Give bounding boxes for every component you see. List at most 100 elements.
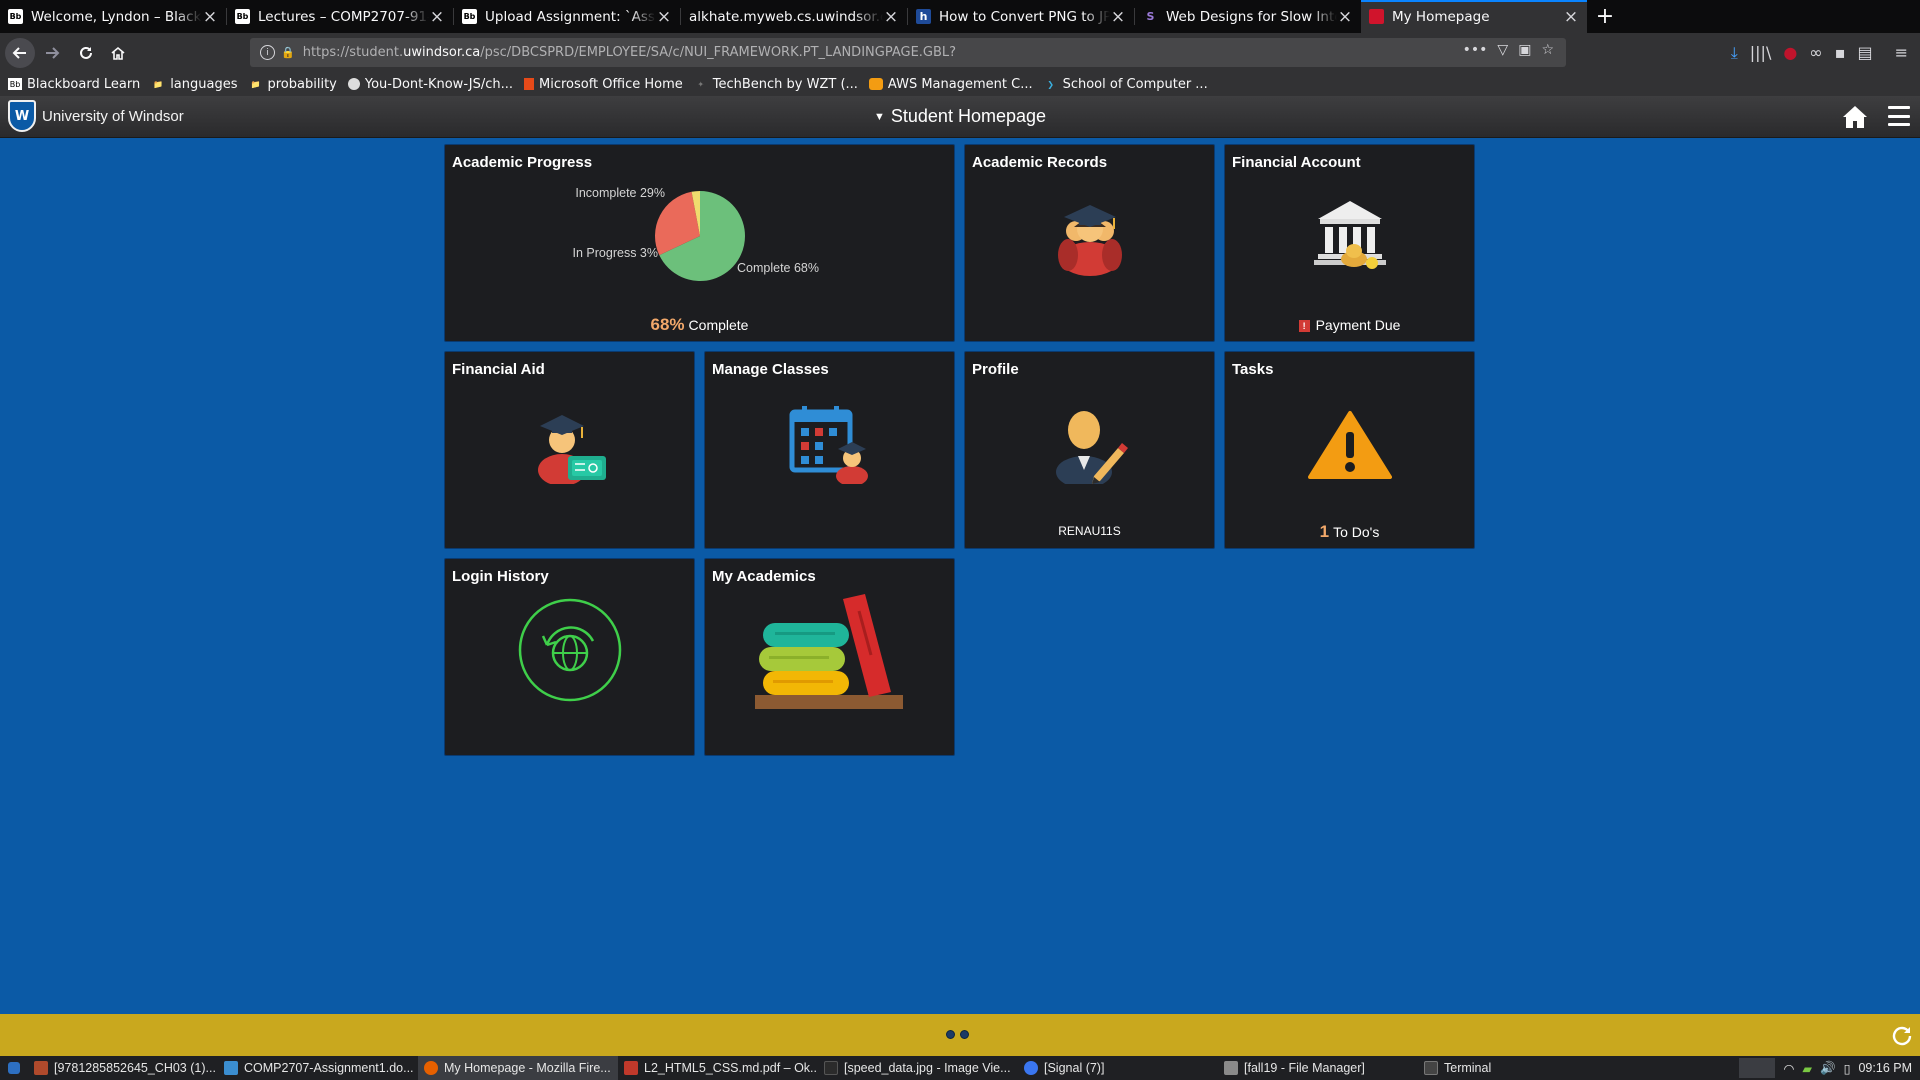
taskbar-item-label: [Signal (7)]	[1044, 1061, 1105, 1075]
smashing-favicon-icon: S	[1146, 10, 1155, 23]
taskbar-item-label: Terminal	[1444, 1061, 1492, 1075]
taskbar-item-pdf[interactable]: L2_HTML5_CSS.md.pdf – Ok...	[618, 1056, 818, 1080]
firefox-icon	[424, 1061, 438, 1075]
profile-user-id: RENAU11S	[1058, 524, 1121, 538]
ublock-icon[interactable]: ●	[1783, 43, 1797, 62]
new-tab-button[interactable]: +	[1587, 0, 1623, 33]
school-icon: ❯	[1047, 79, 1054, 89]
close-tab-icon[interactable]: ×	[656, 7, 672, 27]
close-tab-icon[interactable]: ×	[1563, 7, 1579, 27]
pie-label-complete: Complete 68%	[737, 261, 819, 275]
close-tab-icon[interactable]: ×	[429, 7, 445, 27]
pie-label-incomplete: Incomplete 29%	[575, 186, 665, 200]
battery-icon[interactable]: ▯	[1844, 1061, 1851, 1076]
taskbar-item-assignment-doc[interactable]: COMP2707-Assignment1.do...	[218, 1056, 418, 1080]
bookmark-ydkjs[interactable]: You-Dont-Know-JS/ch...	[347, 77, 513, 92]
back-button[interactable]	[5, 37, 35, 68]
terminal-icon	[1424, 1061, 1438, 1075]
save-extension-icon[interactable]: ▤	[1857, 43, 1872, 62]
navbar-menu-button[interactable]	[1888, 106, 1910, 126]
wifi-icon[interactable]: ◠	[1783, 1061, 1794, 1076]
bookmark-blackboard[interactable]: Bb Blackboard Learn	[8, 77, 140, 92]
tile-tasks[interactable]: Tasks 1 To Do's	[1224, 351, 1475, 549]
taskbar-item-ch03[interactable]: [9781285852645_CH03 (1)...	[28, 1056, 218, 1080]
page-title[interactable]: ▼ Student Homepage	[0, 106, 1920, 127]
homepage-pager	[946, 1030, 969, 1039]
bookmark-languages[interactable]: 📁 languages	[151, 77, 237, 92]
tile-financial-account[interactable]: Financial Account ! Payment Due	[1224, 144, 1475, 342]
tab-lectures[interactable]: Bb Lectures – COMP2707-91-S-2019 ×	[227, 0, 453, 33]
start-menu-button[interactable]	[0, 1056, 28, 1080]
refresh-button[interactable]	[1890, 1024, 1914, 1048]
tile-academic-progress[interactable]: Academic Progress Complete 68% Incomplete…	[444, 144, 955, 342]
home-toolbar-button[interactable]	[103, 38, 133, 68]
tab-convert-png[interactable]: h How to Convert PNG to JPG on ×	[908, 0, 1134, 33]
downloads-icon[interactable]: ⤓	[1731, 43, 1738, 63]
taskbar-item-file-manager[interactable]: [fall19 - File Manager]	[1218, 1056, 1418, 1080]
signal-icon	[1024, 1061, 1038, 1075]
books-icon	[754, 594, 903, 709]
tile-manage-classes[interactable]: Manage Classes	[704, 351, 955, 549]
bookmark-aws[interactable]: AWS Management C...	[868, 77, 1033, 92]
close-tab-icon[interactable]: ×	[883, 7, 899, 27]
close-tab-icon[interactable]: ×	[202, 7, 218, 27]
bookmark-school-cs[interactable]: ❯ School of Computer ...	[1044, 76, 1208, 92]
os-taskbar: [9781285852645_CH03 (1)... COMP2707-Assi…	[0, 1056, 1920, 1080]
bookmark-star-icon[interactable]: ☆	[1541, 42, 1554, 58]
firefox-tray-icon[interactable]	[1739, 1058, 1776, 1078]
bookmark-techbench[interactable]: ✦ TechBench by WZT (...	[694, 77, 858, 92]
extension-k-icon[interactable]: ▪	[1835, 43, 1846, 62]
tab-alkhate-myweb[interactable]: alkhate.myweb.cs.uwindsor.ca/co ×	[681, 0, 907, 33]
close-tab-icon[interactable]: ×	[1110, 7, 1126, 27]
save-page-icon[interactable]: ▣	[1518, 42, 1531, 58]
blackboard-icon: Bb	[8, 78, 22, 90]
tile-title: Tasks	[1232, 361, 1274, 378]
bookmark-office[interactable]: Microsoft Office Home	[523, 77, 683, 92]
extension-mask-icon[interactable]: ∞	[1809, 43, 1822, 62]
reload-button[interactable]	[71, 38, 101, 68]
home-button[interactable]	[1842, 104, 1868, 130]
bookmark-label: School of Computer ...	[1062, 76, 1208, 92]
tile-academic-records[interactable]: Academic Records	[964, 144, 1215, 342]
tab-my-homepage[interactable]: My Homepage ×	[1361, 0, 1587, 33]
tile-profile[interactable]: Profile RENAU11S	[964, 351, 1215, 549]
site-info-icon[interactable]: i	[260, 45, 275, 60]
lock-icon[interactable]: 🔒	[281, 46, 295, 59]
taskbar-item-label: [speed_data.jpg - Image Vie...	[844, 1061, 1011, 1075]
taskbar-item-firefox[interactable]: My Homepage - Mozilla Fire...	[418, 1056, 618, 1080]
page-title-text: Student Homepage	[890, 106, 1046, 126]
profile-edit-icon	[1055, 411, 1128, 484]
volume-icon[interactable]: 🔊	[1820, 1061, 1836, 1076]
tile-my-academics[interactable]: My Academics	[704, 558, 955, 756]
tile-financial-aid[interactable]: Financial Aid	[444, 351, 695, 549]
tab-title: How to Convert PNG to JPG on	[939, 8, 1110, 25]
pager-dot-2[interactable]	[960, 1030, 969, 1039]
payment-due-text: Payment Due	[1315, 317, 1401, 333]
todo-label: To Do's	[1333, 524, 1380, 540]
taskbar-item-terminal[interactable]: Terminal	[1418, 1056, 1618, 1080]
taskbar-item-image-viewer[interactable]: [speed_data.jpg - Image Vie...	[818, 1056, 1018, 1080]
todo-count: 1	[1319, 522, 1330, 541]
more-actions-icon[interactable]: •••	[1463, 42, 1488, 58]
tile-login-history[interactable]: Login History	[444, 558, 695, 756]
blackboard-favicon-icon: Bb	[235, 9, 250, 24]
tab-upload-assignment[interactable]: Bb Upload Assignment: `Assignment ×	[454, 0, 680, 33]
document-viewer-icon	[34, 1061, 48, 1075]
warning-icon	[1307, 411, 1392, 479]
open-menu-icon[interactable]: ≡	[1895, 43, 1908, 62]
tab-web-designs[interactable]: S Web Designs for Slow Internet ×	[1135, 0, 1361, 33]
battery-status-icon[interactable]: ▰	[1802, 1061, 1812, 1076]
tab-blackboard-welcome[interactable]: Bb Welcome, Lyndon – Blackboard Learn ×	[0, 0, 226, 33]
pager-dot-1[interactable]	[946, 1030, 955, 1039]
taskbar-item-signal[interactable]: [Signal (7)]	[1018, 1056, 1218, 1080]
close-tab-icon[interactable]: ×	[1337, 7, 1353, 27]
library-icon[interactable]: |||\	[1750, 43, 1772, 62]
image-viewer-icon	[824, 1061, 838, 1075]
forward-button[interactable]	[37, 38, 67, 68]
bookmark-probability[interactable]: 📁 probability	[249, 77, 337, 92]
pocket-icon[interactable]: ▽	[1497, 42, 1508, 58]
bookmark-label: probability	[267, 76, 337, 92]
address-bar[interactable]: i 🔒 https://student. uwindsor.ca/psc/DBCS…	[250, 38, 1566, 67]
url-scheme: https://student.	[302, 45, 404, 60]
clock[interactable]: 09:16 PM	[1858, 1061, 1912, 1075]
